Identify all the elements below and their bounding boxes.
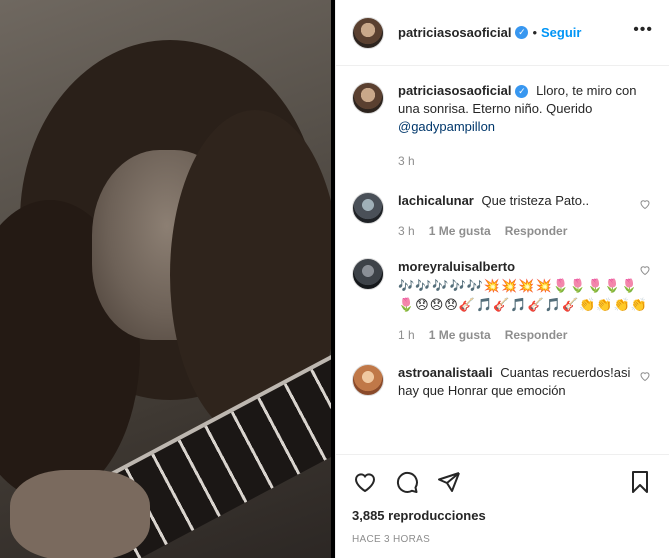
commenter-avatar[interactable] — [352, 364, 384, 396]
caption-time[interactable]: 3 h — [398, 152, 415, 170]
post-actions — [336, 454, 669, 508]
caption: patriciasosaoficial ✓ Lloro, te miro con … — [352, 82, 653, 170]
heart-icon[interactable] — [352, 469, 378, 495]
caption-username[interactable]: patriciasosaoficial — [398, 83, 511, 98]
comment-like-heart-icon[interactable] — [639, 198, 651, 210]
comment-text: Que tristeza Pato.. — [481, 193, 590, 208]
post-timestamp[interactable]: HACE 3 HORAS — [336, 528, 669, 558]
comment-like-heart-icon[interactable] — [639, 264, 651, 276]
post-video[interactable] — [0, 0, 335, 558]
reply-button[interactable]: Responder — [505, 222, 568, 240]
comment-likes[interactable]: 1 Me gusta — [429, 222, 491, 240]
reply-button[interactable]: Responder — [505, 326, 568, 344]
comment-item: lachicalunar Que tristeza Pato.. 3 h 1 M… — [352, 192, 653, 240]
instagram-post: patriciasosaoficial ✓ • Seguir ••• patri… — [0, 0, 669, 558]
comment-time[interactable]: 3 h — [398, 222, 415, 240]
comment-like-heart-icon[interactable] — [639, 370, 651, 382]
video-frame-hand — [10, 470, 150, 558]
verified-badge-icon: ✓ — [515, 26, 529, 39]
author-avatar[interactable] — [352, 16, 384, 49]
views-count[interactable]: 3,885 reproducciones — [336, 508, 669, 528]
comment-item: astroanalistaali Cuantas recuerdos!asi h… — [352, 364, 653, 400]
caption-author-avatar[interactable] — [352, 82, 384, 114]
verified-badge-icon: ✓ — [515, 85, 529, 99]
author-username[interactable]: patriciasosaoficial — [398, 25, 511, 40]
comment-username[interactable]: moreyraluisalberto — [398, 259, 515, 274]
more-options-icon[interactable]: ••• — [633, 21, 653, 39]
comment-username[interactable]: astroanalistaali — [398, 365, 493, 380]
comment-time[interactable]: 1 h — [398, 326, 415, 344]
commenter-avatar[interactable] — [352, 258, 384, 290]
bookmark-icon[interactable] — [627, 469, 653, 495]
comments-list[interactable]: patriciasosaoficial ✓ Lloro, te miro con … — [336, 66, 669, 454]
separator-dot: • — [532, 25, 538, 40]
post-header: patriciasosaoficial ✓ • Seguir ••• — [336, 0, 669, 66]
commenter-avatar[interactable] — [352, 192, 384, 224]
comment-likes[interactable]: 1 Me gusta — [429, 326, 491, 344]
caption-mention-link[interactable]: @gadypampillon — [398, 119, 495, 134]
comment-item: moreyraluisalberto 🎶🎶🎶🎶🎶💥💥💥💥🌷🌷🌷🌷🌷🌷😞😞😞🎸🎵🎸… — [352, 258, 653, 344]
paper-plane-icon[interactable] — [436, 469, 462, 495]
comment-username[interactable]: lachicalunar — [398, 193, 474, 208]
video-edge — [331, 0, 335, 558]
follow-button[interactable]: Seguir — [541, 25, 581, 40]
comment-icon[interactable] — [394, 469, 420, 495]
post-sidebar: patriciasosaoficial ✓ • Seguir ••• patri… — [335, 0, 669, 558]
comment-text: 🎶🎶🎶🎶🎶💥💥💥💥🌷🌷🌷🌷🌷🌷😞😞😞🎸🎵🎸🎵🎸🎵🎸👏👏👏👏 — [398, 278, 648, 312]
